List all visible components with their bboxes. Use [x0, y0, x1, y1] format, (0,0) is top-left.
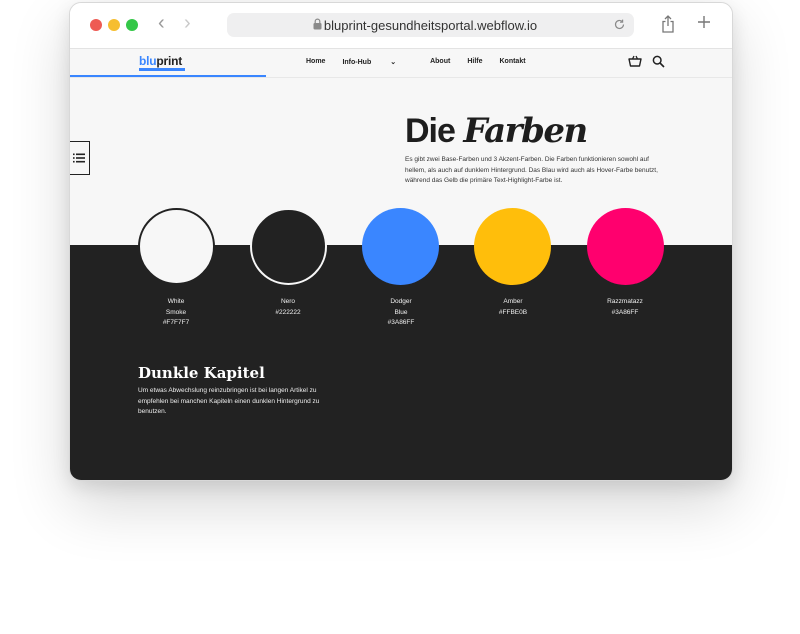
browser-toolbar: ‹ › bluprint-gesundheitsportal.webflow.i…	[70, 3, 732, 49]
intro-paragraph: Es gibt zwei Base-Farben und 3 Akzent-Fa…	[405, 156, 658, 184]
page-content: Die Farben Es gibt zwei Base-Farben und …	[70, 77, 732, 480]
page-title: Die Farben	[405, 111, 588, 151]
swatch-name: Dodger	[390, 298, 412, 305]
address-bar[interactable]: bluprint-gesundheitsportal.webflow.io	[227, 13, 634, 37]
close-window-button[interactable]	[90, 19, 102, 31]
swatch-hex: #3A86FF	[611, 308, 639, 316]
swatch-razzmatazz	[587, 208, 664, 285]
swatch-name: White	[167, 298, 185, 305]
reload-icon[interactable]	[613, 18, 626, 31]
forward-icon[interactable]: ›	[184, 13, 191, 33]
site-header: bluprint Home Info-Hub ⌄ About Hilfe Kont…	[70, 49, 732, 78]
site-logo[interactable]: bluprint	[139, 54, 182, 68]
url-text: bluprint-gesundheitsportal.webflow.io	[323, 17, 538, 33]
list-icon	[73, 153, 85, 163]
back-icon[interactable]: ‹	[158, 13, 165, 33]
nav-item-info-hub[interactable]: Info-Hub ⌄	[342, 58, 413, 66]
chevron-down-icon: ⌄	[390, 59, 397, 66]
swatch-name-line2: Smoke	[165, 308, 187, 316]
toc-toggle-button[interactable]	[70, 141, 90, 175]
logo-part-print: print	[156, 54, 183, 68]
swatch-amber	[474, 208, 551, 285]
logo-part-blu: blu	[139, 54, 157, 68]
minimize-window-button[interactable]	[108, 19, 120, 31]
search-icon[interactable]	[652, 55, 665, 68]
swatch-nero	[250, 208, 327, 285]
swatch-label-razzmatazz: Razzmatazz #3A86FF	[577, 297, 673, 318]
swatch-hex: #3A86FF	[387, 319, 415, 326]
swatch-label-amber: Amber #FFBE0B	[465, 297, 561, 318]
share-icon[interactable]	[661, 15, 675, 33]
swatch-name: Nero	[280, 298, 296, 305]
basket-icon[interactable]	[628, 55, 642, 67]
swatch-label-nero: Nero #222222	[240, 297, 336, 318]
main-navigation: Home Info-Hub ⌄ About Hilfe Kontakt	[306, 58, 543, 66]
swatch-dodger-blue	[362, 208, 439, 285]
lock-icon	[313, 18, 322, 30]
swatch-hex: #222222	[275, 308, 301, 316]
nav-item-about[interactable]: About	[430, 58, 450, 66]
swatch-name: Amber	[503, 298, 523, 305]
swatch-name: Razzmatazz	[607, 298, 643, 305]
logo-underline	[139, 68, 185, 71]
nav-item-hilfe[interactable]: Hilfe	[467, 58, 482, 66]
swatch-hex: #FFBE0B	[498, 308, 528, 316]
page-title-regular: Die	[405, 112, 456, 150]
swatch-label-white-smoke: White Smoke #F7F7F7	[128, 297, 224, 329]
swatch-label-dodger-blue: Dodger Blue #3A86FF	[353, 297, 449, 329]
browser-window: ‹ › bluprint-gesundheitsportal.webflow.i…	[69, 2, 733, 481]
swatch-white-smoke	[138, 208, 215, 285]
new-tab-icon[interactable]	[696, 14, 712, 30]
nav-item-home[interactable]: Home	[306, 58, 325, 66]
page-title-italic: Farben	[463, 111, 588, 151]
nav-item-kontakt[interactable]: Kontakt	[499, 58, 525, 66]
maximize-window-button[interactable]	[126, 19, 138, 31]
swatch-hex: #F7F7F7	[162, 319, 190, 326]
swatch-name-line2: Blue	[394, 308, 408, 316]
nav-item-info-hub-label: Info-Hub	[342, 59, 372, 66]
section-text-dark-chapters: Um etwas Abwechslung reinzubringen ist b…	[138, 387, 320, 415]
section-title-dark-chapters: Dunkle Kapitel	[138, 364, 265, 382]
